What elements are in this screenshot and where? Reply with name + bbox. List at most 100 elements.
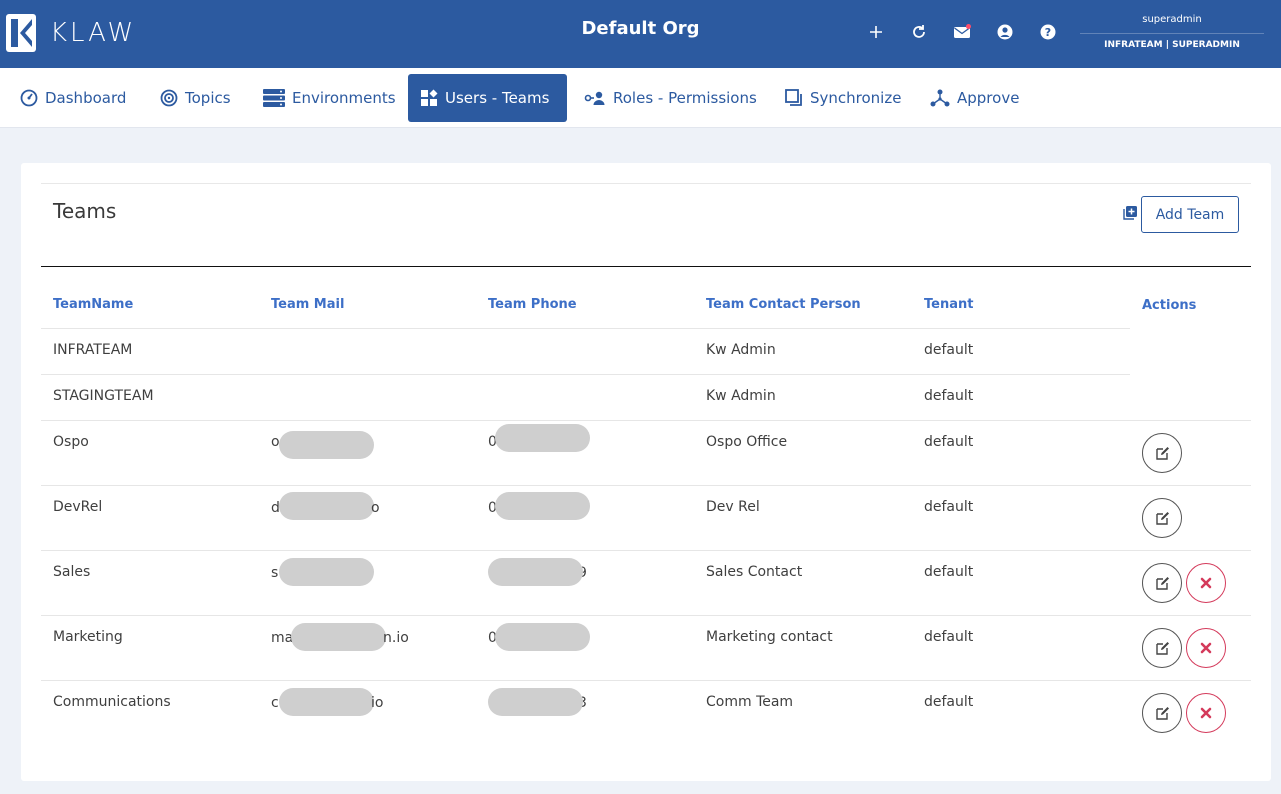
row-divider <box>41 374 1130 375</box>
cell-team-name: Marketing <box>53 629 123 645</box>
col-header-teamname[interactable]: TeamName <box>53 297 133 312</box>
edit-team-button[interactable] <box>1142 498 1182 538</box>
cell-team-mail-suffix: o <box>371 500 380 516</box>
nav-environments[interactable]: Environments <box>251 74 408 122</box>
cell-team-name: INFRATEAM <box>53 342 133 358</box>
add-square-icon <box>1123 206 1137 220</box>
redacted-mail <box>279 492 374 520</box>
main-nav: Dashboard Topics Environments Users - Te… <box>0 68 1281 128</box>
redacted-phone <box>488 558 583 586</box>
nav-synchronize[interactable]: Synchronize <box>773 74 913 122</box>
row-divider <box>41 550 1251 551</box>
user-circle-icon[interactable] <box>995 22 1015 42</box>
delete-team-button[interactable] <box>1186 563 1226 603</box>
cell-contact: Sales Contact <box>706 564 803 580</box>
redacted-mail <box>279 688 374 716</box>
edit-team-button[interactable] <box>1142 433 1182 473</box>
nav-users-teams[interactable]: Users - Teams <box>408 74 567 122</box>
cell-tenant: default <box>924 694 974 710</box>
target-icon <box>160 89 178 107</box>
header-actions: ? <box>866 22 1058 42</box>
edit-team-button[interactable] <box>1142 628 1182 668</box>
edit-icon <box>1155 706 1169 720</box>
cell-contact: Kw Admin <box>706 342 776 358</box>
close-icon <box>1200 577 1212 589</box>
cell-tenant: default <box>924 629 974 645</box>
cell-team-mail-suffix: n.io <box>383 630 409 646</box>
user-team-role: INFRATEAM | SUPERADMIN <box>1104 40 1240 50</box>
card-divider <box>41 183 1251 184</box>
user-name: superadmin <box>1142 14 1202 25</box>
edit-icon <box>1155 446 1169 460</box>
redacted-phone <box>488 688 583 716</box>
cell-contact: Marketing contact <box>706 629 833 645</box>
teams-card: Teams Add Team TeamName Team Mail Team P… <box>21 163 1271 781</box>
svg-text:?: ? <box>1045 26 1051 39</box>
refresh-icon[interactable] <box>909 22 929 42</box>
row-divider <box>41 680 1251 681</box>
gauge-icon <box>20 89 38 107</box>
nav-label: Users - Teams <box>445 89 550 107</box>
help-icon[interactable]: ? <box>1038 22 1058 42</box>
users-key-icon <box>584 91 605 105</box>
cell-team-name: STAGINGTEAM <box>53 388 154 404</box>
edit-icon <box>1155 576 1169 590</box>
plus-icon[interactable] <box>866 22 886 42</box>
klaw-logo-mark-icon <box>6 14 36 52</box>
nav-roles-permissions[interactable]: Roles - Permissions <box>572 74 769 122</box>
edit-team-button[interactable] <box>1142 563 1182 603</box>
col-header-tenant[interactable]: Tenant <box>924 297 973 312</box>
nav-dashboard[interactable]: Dashboard <box>8 74 138 122</box>
cell-team-name: Sales <box>53 564 91 580</box>
cell-contact: Ospo Office <box>706 434 788 450</box>
mail-icon[interactable] <box>952 22 972 42</box>
delete-team-button[interactable] <box>1186 628 1226 668</box>
redacted-phone <box>495 424 590 452</box>
network-icon <box>930 89 950 107</box>
redacted-mail <box>279 558 374 586</box>
nav-label: Topics <box>185 89 231 107</box>
row-divider <box>41 420 1251 421</box>
cell-team-mail: ma <box>271 630 294 646</box>
nav-topics[interactable]: Topics <box>148 74 243 122</box>
col-header-actions: Actions <box>1142 298 1197 313</box>
edit-team-button[interactable] <box>1142 693 1182 733</box>
cell-team-mail-suffix: io <box>371 695 384 711</box>
row-divider <box>41 615 1251 616</box>
nav-label: Roles - Permissions <box>613 89 757 107</box>
row-divider <box>41 328 1130 329</box>
redacted-mail <box>291 623 386 651</box>
edit-icon <box>1155 511 1169 525</box>
cell-contact: Comm Team <box>706 694 794 710</box>
cell-team-mail: c <box>271 695 279 711</box>
cell-contact: Kw Admin <box>706 388 776 404</box>
nav-label: Synchronize <box>810 89 902 107</box>
col-header-contact-person[interactable]: Team Contact Person <box>706 297 861 312</box>
add-team-button[interactable]: Add Team <box>1141 196 1239 233</box>
page-title: Teams <box>53 199 117 223</box>
redacted-phone <box>495 623 590 651</box>
user-divider <box>1080 33 1264 34</box>
cell-contact: Dev Rel <box>706 499 760 515</box>
user-menu[interactable]: superadmin INFRATEAM | SUPERADMIN <box>1076 14 1268 50</box>
copy-icon <box>785 89 802 106</box>
nav-label: Dashboard <box>45 89 127 107</box>
redacted-mail <box>279 431 374 459</box>
nav-approve[interactable]: Approve <box>918 74 1031 122</box>
delete-team-button[interactable] <box>1186 693 1226 733</box>
cell-team-mail: s <box>271 565 279 581</box>
edit-icon <box>1155 641 1169 655</box>
row-divider <box>41 485 1251 486</box>
close-icon <box>1200 707 1212 719</box>
col-header-team-phone[interactable]: Team Phone <box>488 297 577 312</box>
redacted-phone <box>495 492 590 520</box>
top-header: KLAW Default Org ? superadmin INFRATEAM … <box>0 0 1281 68</box>
cell-team-name: Communications <box>53 694 171 710</box>
title-rule <box>41 266 1251 267</box>
nav-label: Approve <box>957 89 1020 107</box>
col-header-team-mail[interactable]: Team Mail <box>271 297 344 312</box>
klaw-logo[interactable]: KLAW <box>6 14 136 52</box>
cell-team-name: Ospo <box>53 434 89 450</box>
cell-tenant: default <box>924 388 974 404</box>
cell-tenant: default <box>924 342 974 358</box>
